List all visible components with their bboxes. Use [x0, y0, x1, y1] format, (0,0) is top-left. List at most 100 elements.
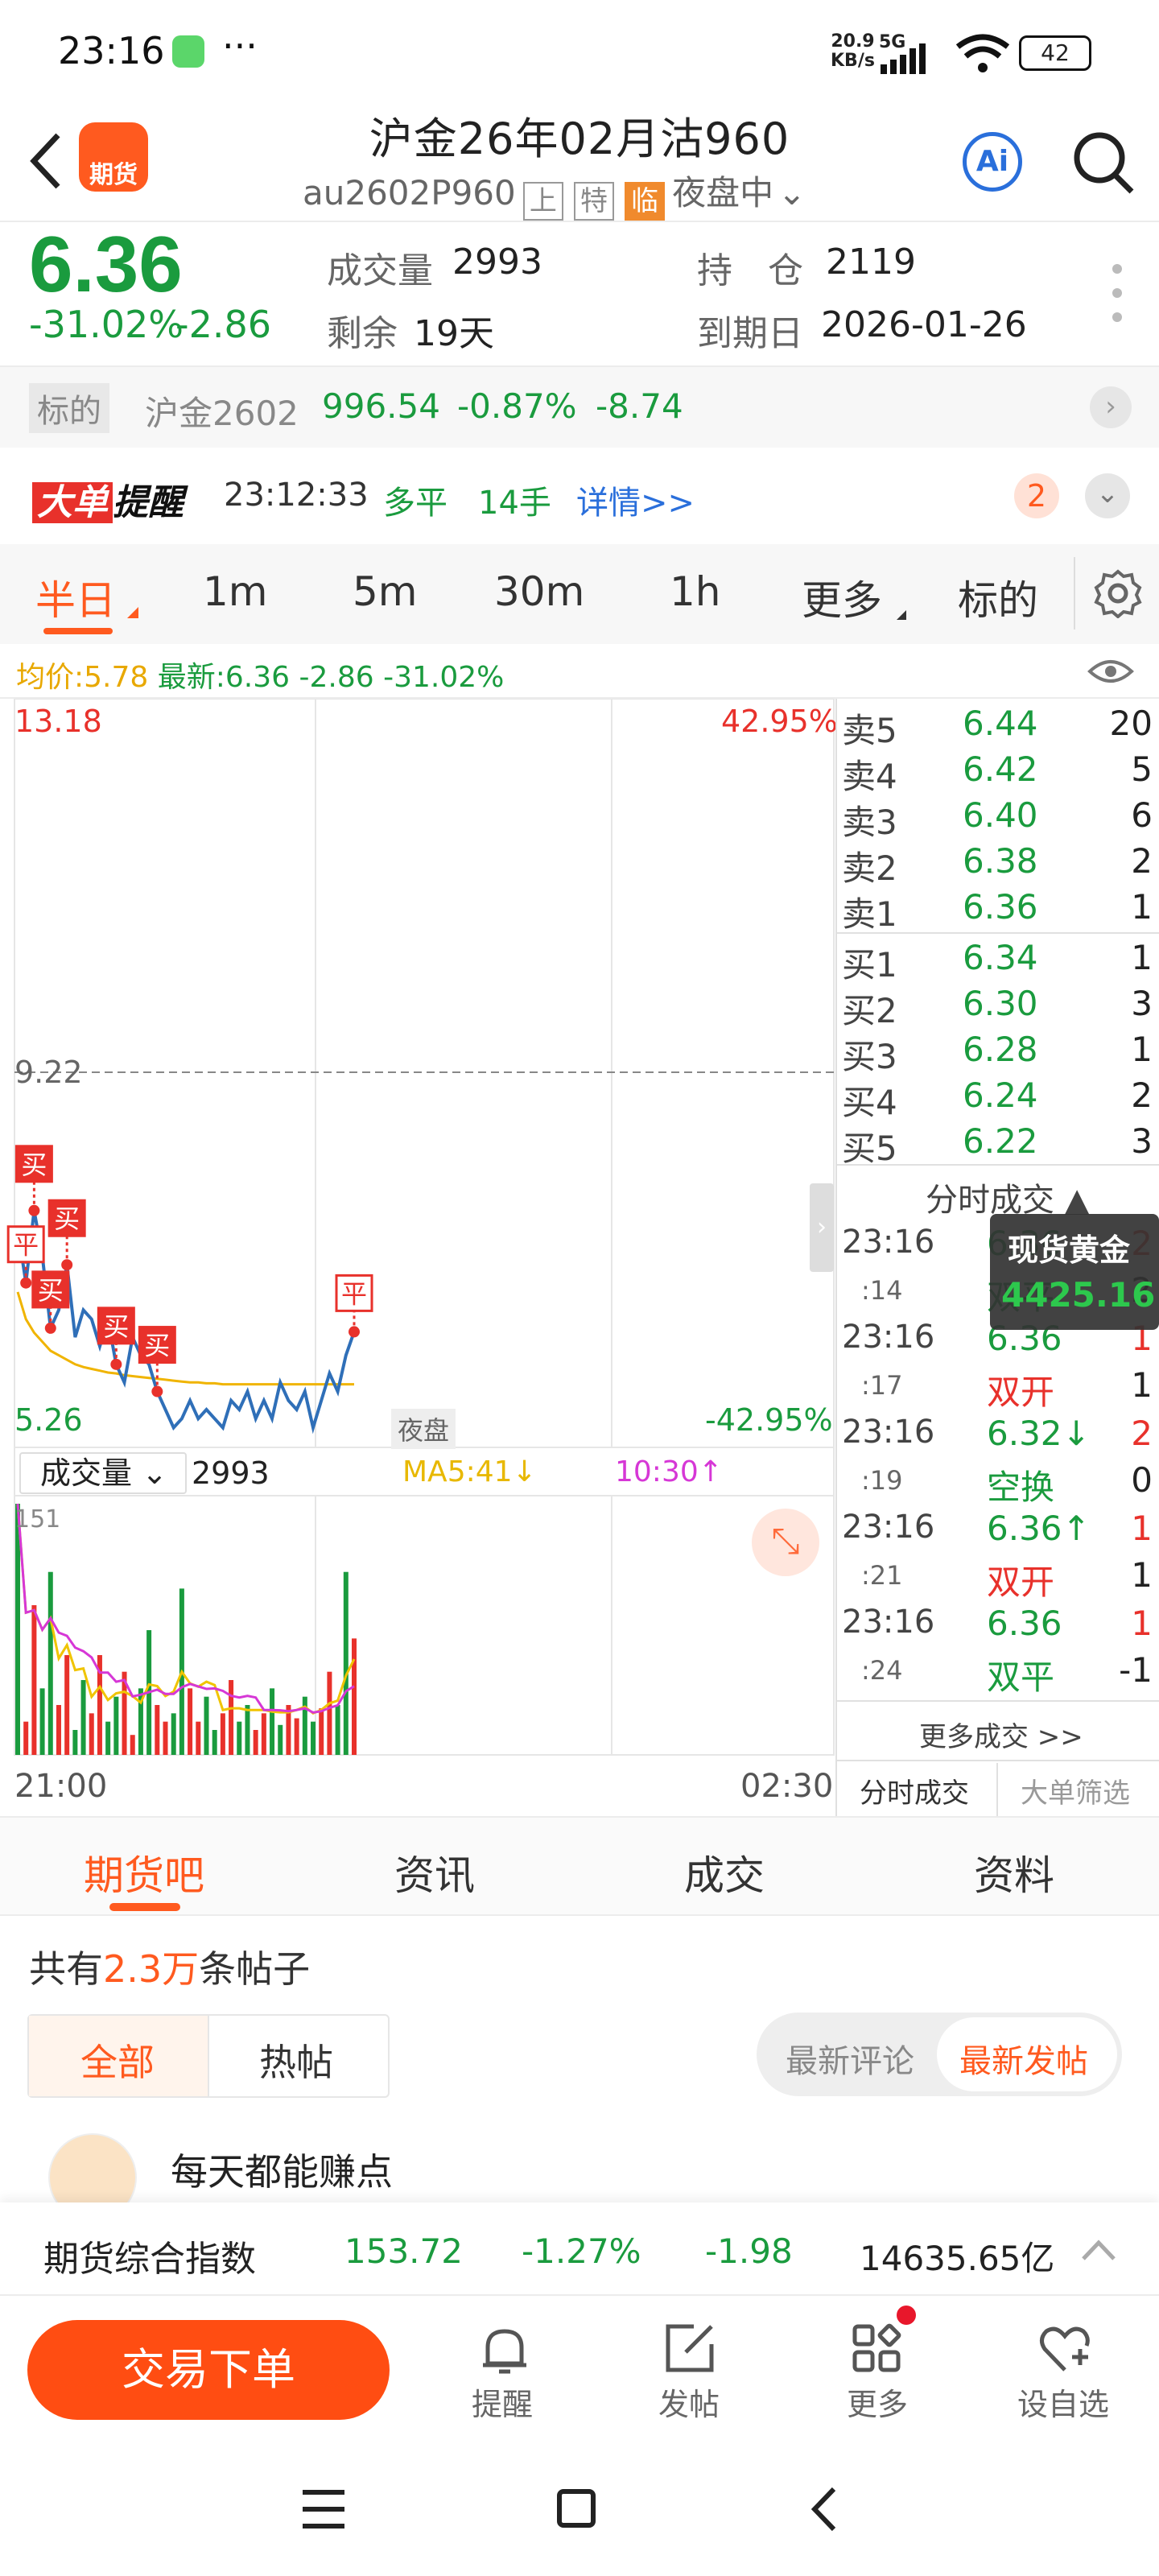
index-change: -1.98 — [705, 2231, 793, 2271]
marker-dot — [151, 1385, 163, 1397]
volume-bar — [188, 1688, 193, 1755]
ai-icon[interactable]: Ai — [963, 132, 1022, 192]
volume-value: 2993 — [452, 242, 542, 283]
eye-icon[interactable] — [1087, 657, 1135, 686]
nav-more[interactable]: 更多 — [847, 2380, 908, 2424]
volume-bar — [113, 1696, 119, 1755]
tab-ticks[interactable]: 分时成交 — [860, 1771, 969, 1810]
tab-1h[interactable]: 1h — [670, 568, 721, 615]
tab-big-order-filter[interactable]: 大单筛选 — [1021, 1771, 1130, 1810]
filter-all[interactable]: 全部 — [80, 2033, 155, 2087]
expand-icon[interactable]: ⌄ — [1085, 473, 1130, 518]
chart-legend: 均价:5.78 最新:6.36 -2.86 -31.02% — [16, 661, 505, 694]
nav-watchlist[interactable]: 设自选 — [1017, 2380, 1109, 2424]
alert-detail-link[interactable]: 详情>> — [576, 477, 695, 523]
tick-row: 23:16:19 6.32↓ 空换 2 0 — [842, 1414, 1153, 1507]
contract-subtitle[interactable]: au2602P960 上 特 临 夜盘中 ⌄ — [303, 166, 806, 221]
session-status: 夜盘中 — [672, 173, 774, 213]
volume-bar — [327, 1671, 332, 1755]
remain-label: 剩余 — [327, 313, 398, 354]
y-min-label: 5.26 — [14, 1402, 83, 1438]
ma10-value: 10:30↑ — [615, 1455, 723, 1488]
x-start-label: 21:00 — [14, 1768, 108, 1805]
sort-latest-post[interactable]: 最新发帖 — [959, 2035, 1088, 2082]
tab-1m[interactable]: 1m — [203, 568, 268, 615]
tab-underlying[interactable]: 标的 — [958, 568, 1038, 626]
filter-hot[interactable]: 热帖 — [259, 2033, 333, 2087]
marker-dot — [110, 1358, 122, 1370]
ma5-value: MA5:41↓ — [402, 1455, 537, 1488]
underlying-tag: 标的 — [29, 383, 109, 433]
signal-icon — [881, 43, 926, 74]
heart-plus-icon[interactable] — [1037, 2322, 1093, 2378]
collapse-handle[interactable]: › — [810, 1183, 834, 1272]
big-order-logo: 大单 提醒 — [32, 473, 184, 525]
more-vertical-icon[interactable] — [1112, 264, 1122, 322]
volume-bar — [253, 1730, 258, 1755]
tab-info[interactable]: 资料 — [974, 1843, 1054, 1901]
tab-futures-bar[interactable]: 期货吧 — [84, 1843, 204, 1901]
chevron-right-icon[interactable]: › — [1090, 386, 1132, 428]
trade-marker-label: 平 — [13, 1230, 39, 1261]
compose-icon[interactable] — [662, 2320, 718, 2376]
trade-marker-label: 买 — [54, 1203, 80, 1234]
volume-bar — [23, 1721, 29, 1755]
expiry-label: 到期日 — [697, 313, 803, 354]
menu-icon[interactable] — [299, 2487, 348, 2531]
ask-row: 卖3 6.40 6 — [842, 795, 1153, 842]
fullscreen-icon[interactable]: ⤡ — [752, 1509, 819, 1576]
marker-dot — [44, 1322, 56, 1334]
volume-bar — [56, 1705, 61, 1755]
change-pct: -31.02% — [29, 303, 184, 346]
active-tab-indicator — [43, 628, 113, 634]
trade-marker-label: 买 — [103, 1311, 129, 1342]
volume-bar — [171, 1713, 176, 1755]
index-name: 期货综合指数 — [43, 2239, 256, 2280]
volume-bar — [294, 1718, 299, 1755]
volume-bar — [204, 1696, 209, 1755]
volume-bar — [105, 1721, 111, 1755]
home-icon[interactable] — [557, 2489, 596, 2528]
status-time: 23:16 — [58, 29, 165, 72]
chevron-up-icon[interactable] — [1080, 2238, 1117, 2262]
volume-bar — [80, 1680, 86, 1755]
volume-selector[interactable]: 成交量 ⌄ — [19, 1452, 187, 1494]
tab-news[interactable]: 资讯 — [394, 1843, 475, 1901]
trade-order-button[interactable]: 交易下单 — [27, 2320, 390, 2420]
tab-5m[interactable]: 5m — [353, 568, 418, 615]
post-title[interactable]: 每天都能赚点 — [171, 2143, 393, 2196]
spot-gold-popup[interactable]: 现货黄金 4425.16 — [990, 1214, 1159, 1330]
volume-bar — [89, 1713, 94, 1755]
spot-gold-price: 4425.16 — [1001, 1275, 1156, 1315]
ask-row: 卖4 6.42 5 — [842, 749, 1153, 796]
tab-30m[interactable]: 30m — [494, 568, 584, 615]
marker-dot — [20, 1277, 32, 1289]
volume-bar — [163, 1721, 168, 1755]
trade-marker-label: 买 — [144, 1331, 170, 1361]
back-nav-icon[interactable] — [808, 2484, 840, 2534]
volume-bar — [311, 1721, 316, 1755]
volume-bar — [220, 1713, 225, 1755]
nav-remind[interactable]: 提醒 — [472, 2380, 533, 2424]
volume-bar — [155, 1705, 160, 1755]
volume-label: 成交量 — [327, 250, 433, 291]
search-icon[interactable] — [1072, 129, 1136, 196]
y-mid-label: 9.22 — [14, 1055, 83, 1090]
alert-qty: 14手 — [478, 485, 551, 522]
more-ticks-link[interactable]: 更多成交 >> — [919, 1715, 1083, 1754]
bid-row: 买4 6.24 2 — [842, 1075, 1153, 1122]
bell-icon[interactable] — [476, 2322, 533, 2378]
volume-bar — [31, 1605, 37, 1755]
volume-bar — [245, 1705, 250, 1755]
grid-more-icon[interactable] — [850, 2320, 906, 2376]
tab-trades[interactable]: 成交 — [684, 1843, 765, 1901]
tab-more[interactable]: 更多 — [802, 568, 882, 626]
underlying-price: 996.54 — [322, 386, 440, 426]
intraday-chart[interactable]: 平买买买买买平 — [0, 699, 837, 1757]
gear-icon[interactable] — [1093, 568, 1143, 618]
bottom-tab-indicator — [109, 1903, 180, 1911]
sort-latest-comment[interactable]: 最新评论 — [786, 2035, 914, 2082]
volume-total: 2993 — [192, 1455, 270, 1491]
tab-half-day[interactable]: 半日 — [35, 568, 116, 626]
nav-post[interactable]: 发帖 — [658, 2380, 720, 2424]
